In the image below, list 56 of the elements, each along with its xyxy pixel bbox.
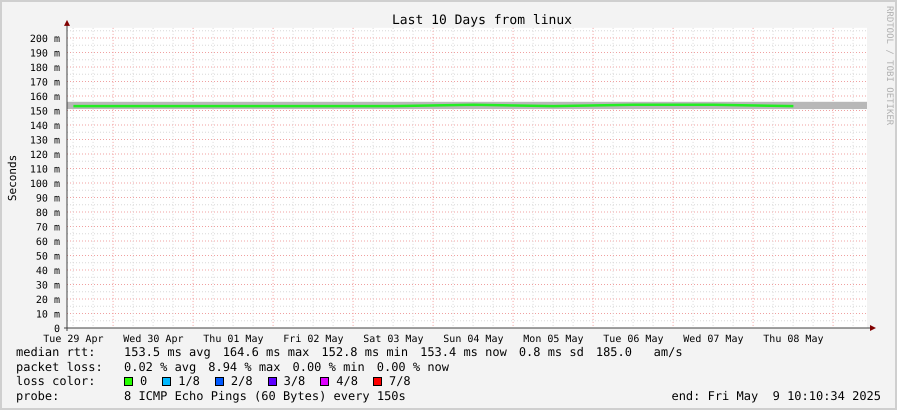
stat-value: 153.4 ms now [420, 345, 507, 360]
y-tick-label: 40 m [36, 266, 60, 277]
stat-value: 152.8 ms min [321, 345, 408, 360]
x-tick-label: Fri 02 May [283, 334, 344, 345]
legend-label: probe: [16, 388, 60, 403]
stat-value: 164.6 ms max [222, 345, 310, 360]
y-tick-label: 70 m [36, 222, 60, 234]
y-tick-label: 90 m [36, 194, 60, 204]
x-tick-label: Thu 08 May [763, 334, 824, 345]
swatch-label: 3/8 [284, 374, 306, 388]
x-tick-label: Wed 30 Apr [123, 334, 184, 345]
y-tick-label: 150 m [30, 106, 60, 118]
x-tick-label: Sat 03 May [363, 334, 424, 345]
y-tick-label: 110 m [30, 164, 60, 176]
y-tick-label: 160 m [30, 92, 60, 103]
y-tick-label: 200 m [30, 34, 60, 45]
swatch-label: 2/8 [230, 374, 253, 388]
stat-value: 0.00 % min [292, 360, 365, 374]
legend-label: loss color: [16, 374, 96, 388]
y-tick-label: 130 m [30, 136, 60, 146]
y-tick-label: 30 m [36, 280, 60, 292]
credit-text: RRDTOOL / TOBI OETIKER [883, 6, 895, 126]
end-time-text: end: Fri May 9 10:10:34 2025 [671, 388, 881, 403]
y-tick-label: 0 [54, 324, 60, 335]
stat-value: 153.5 ms avg [124, 345, 211, 360]
x-tick-label: Thu 01 May [203, 334, 264, 345]
y-tick-label: 10 m [36, 310, 60, 320]
swatch-label: 0 [140, 374, 148, 388]
stat-value: 8.94 % max [208, 360, 280, 374]
stat-value: 0.00 % now [376, 360, 449, 374]
swatch-label: 4/8 [336, 374, 358, 388]
y-axis-title: Seconds [6, 154, 19, 202]
y-tick-label: 60 m [36, 237, 60, 248]
y-tick-label: 20 m [36, 295, 60, 306]
y-tick-label: 190 m [30, 48, 60, 60]
x-tick-label: Tue 29 Apr [43, 334, 104, 345]
stat-value: 0.8 ms sd [518, 345, 584, 360]
x-tick-label: Tue 06 May [603, 334, 664, 345]
swatch-label: 7/8 [388, 374, 411, 388]
stat-value: 185.0 am/s [596, 345, 683, 360]
y-tick-label: 120 m [30, 150, 60, 161]
stat-value: 0.02 % avg [124, 360, 196, 374]
y-tick-label: 50 m [36, 252, 60, 262]
y-tick-label: 100 m [30, 179, 60, 190]
y-tick-label: 180 m [30, 63, 60, 74]
y-tick-label: 140 m [30, 121, 60, 132]
chart-title: Last 10 Days from linux [392, 13, 572, 28]
y-tick-label: 80 m [36, 208, 60, 219]
x-tick-label: Sun 04 May [443, 334, 504, 345]
x-tick-label: Mon 05 May [523, 334, 584, 345]
x-tick-label: Wed 07 May [683, 334, 744, 345]
swatch-label: 1/8 [178, 374, 200, 388]
probe-text: 8 ICMP Echo Pings (60 Bytes) every 150s [124, 388, 406, 403]
y-tick-label: 170 m [30, 78, 60, 88]
legend-label: packet loss: [16, 360, 104, 374]
legend-label: median rtt: [16, 345, 96, 360]
